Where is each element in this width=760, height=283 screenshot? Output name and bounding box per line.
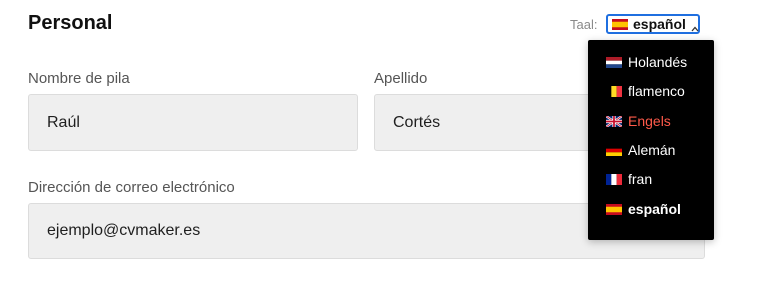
flag-fr-icon (606, 173, 622, 185)
language-option-french[interactable]: fran (606, 169, 652, 189)
language-select[interactable]: español (606, 14, 700, 34)
language-option-dutch[interactable]: Holandés (606, 52, 687, 72)
language-option-label: fran (628, 171, 653, 187)
flag-be-icon (606, 85, 622, 97)
last-name-value: Cortés (393, 113, 441, 131)
language-option-spanish[interactable]: español (606, 199, 681, 219)
section-title: Personal (28, 12, 113, 34)
chevron-up-icon (691, 20, 699, 32)
email-value: ejemplo@cvmaker.es (47, 222, 201, 239)
email-label: Dirección de correo electrónico (28, 179, 235, 196)
first-name-label: Nombre de pila (28, 70, 130, 87)
language-option-english[interactable]: Engels (606, 111, 671, 131)
language-option-label: Alemán (628, 142, 676, 158)
flag-es-icon (612, 18, 628, 30)
flag-nl-icon (606, 56, 622, 68)
language-option-label: Holandés (628, 54, 688, 70)
language-option-flemish[interactable]: flamenco (606, 81, 685, 101)
first-name-value: Raúl (47, 113, 80, 131)
flag-gb-icon (606, 115, 622, 127)
language-option-german[interactable]: Alemán (606, 140, 675, 160)
flag-de-icon (606, 144, 622, 156)
language-option-label: flamenco (628, 83, 685, 99)
language-option-label: español (628, 201, 681, 217)
language-label: Taal: (570, 17, 598, 32)
first-name-field[interactable]: Raúl (28, 94, 358, 151)
language-option-label: Engels (628, 113, 671, 129)
flag-es-icon (606, 203, 622, 215)
last-name-label: Apellido (374, 70, 428, 87)
language-dropdown: Holandés flamenco Engels Alemán fran esp… (588, 40, 714, 240)
language-selected-value: español (633, 16, 686, 32)
